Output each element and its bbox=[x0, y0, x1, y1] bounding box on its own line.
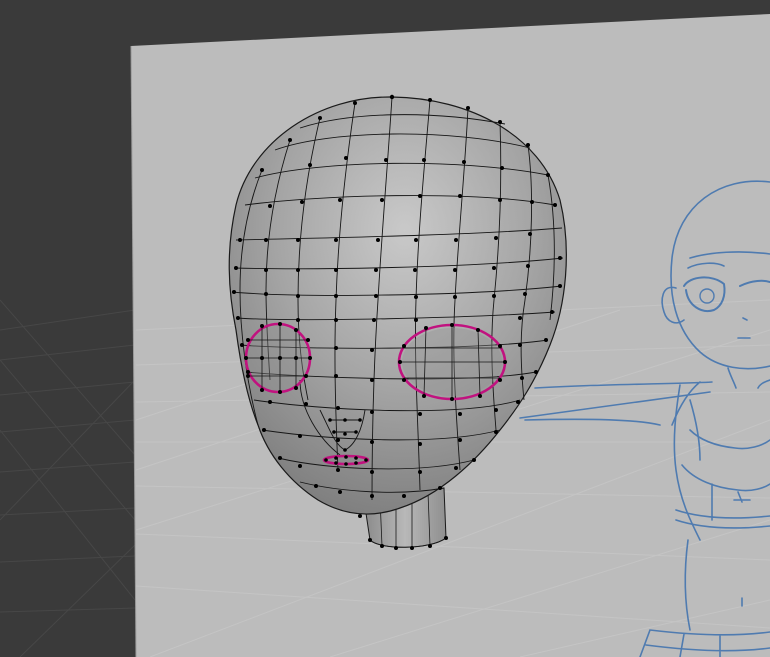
3d-viewport[interactable] bbox=[0, 0, 770, 657]
vertex-icon[interactable] bbox=[389, 94, 395, 100]
viewport-canvas[interactable] bbox=[0, 0, 770, 657]
floor-grid bbox=[0, 299, 136, 657]
